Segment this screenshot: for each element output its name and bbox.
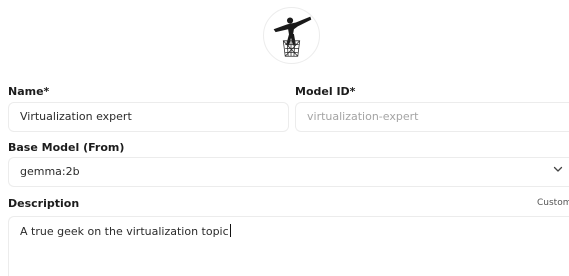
- text-cursor: [229, 224, 231, 237]
- base-model-label: Base Model (From): [8, 141, 125, 154]
- description-label: Description: [8, 197, 80, 210]
- base-model-select[interactable]: gemma:2b: [8, 157, 569, 187]
- chevron-down-icon[interactable]: [552, 163, 564, 175]
- ninja-fighter-logo-icon: [273, 16, 312, 57]
- name-label: Name*: [8, 85, 50, 98]
- description-text: A true geek on the virtualization topic: [20, 225, 229, 238]
- name-input[interactable]: Virtualization expert: [8, 102, 289, 132]
- description-custom-toggle[interactable]: Custom: [537, 198, 569, 208]
- model-avatar[interactable]: [263, 7, 320, 64]
- model-id-input[interactable]: virtualization-expert: [295, 102, 569, 132]
- description-textarea[interactable]: A true geek on the virtualization topic: [8, 216, 569, 276]
- model-id-label: Model ID*: [295, 85, 356, 98]
